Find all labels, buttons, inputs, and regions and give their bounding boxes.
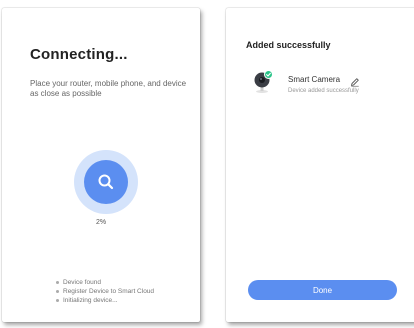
search-icon <box>84 160 128 204</box>
connecting-description: Place your router, mobile phone, and dev… <box>30 79 187 98</box>
connection-steps: Device found Register Device to Smart Cl… <box>56 278 154 305</box>
step-item: Device found <box>56 278 154 287</box>
step-item: Register Device to Smart Cloud <box>56 287 154 296</box>
search-progress-ring <box>74 150 138 214</box>
edit-icon[interactable] <box>350 74 360 87</box>
check-badge-icon <box>264 70 273 79</box>
camera-icon <box>252 70 274 94</box>
device-status: Device added successfully <box>288 88 359 94</box>
step-item: Initializing device... <box>56 296 154 305</box>
done-button[interactable]: Done <box>248 280 397 300</box>
added-screen: Added successfully Smart Camera Device a… <box>226 8 414 322</box>
connecting-screen: Connecting... Place your router, mobile … <box>2 8 200 322</box>
device-name: Smart Camera <box>288 75 341 84</box>
progress-percent: 2% <box>95 219 107 226</box>
connecting-title: Connecting... <box>30 46 128 63</box>
added-title: Added successfully <box>246 40 331 50</box>
